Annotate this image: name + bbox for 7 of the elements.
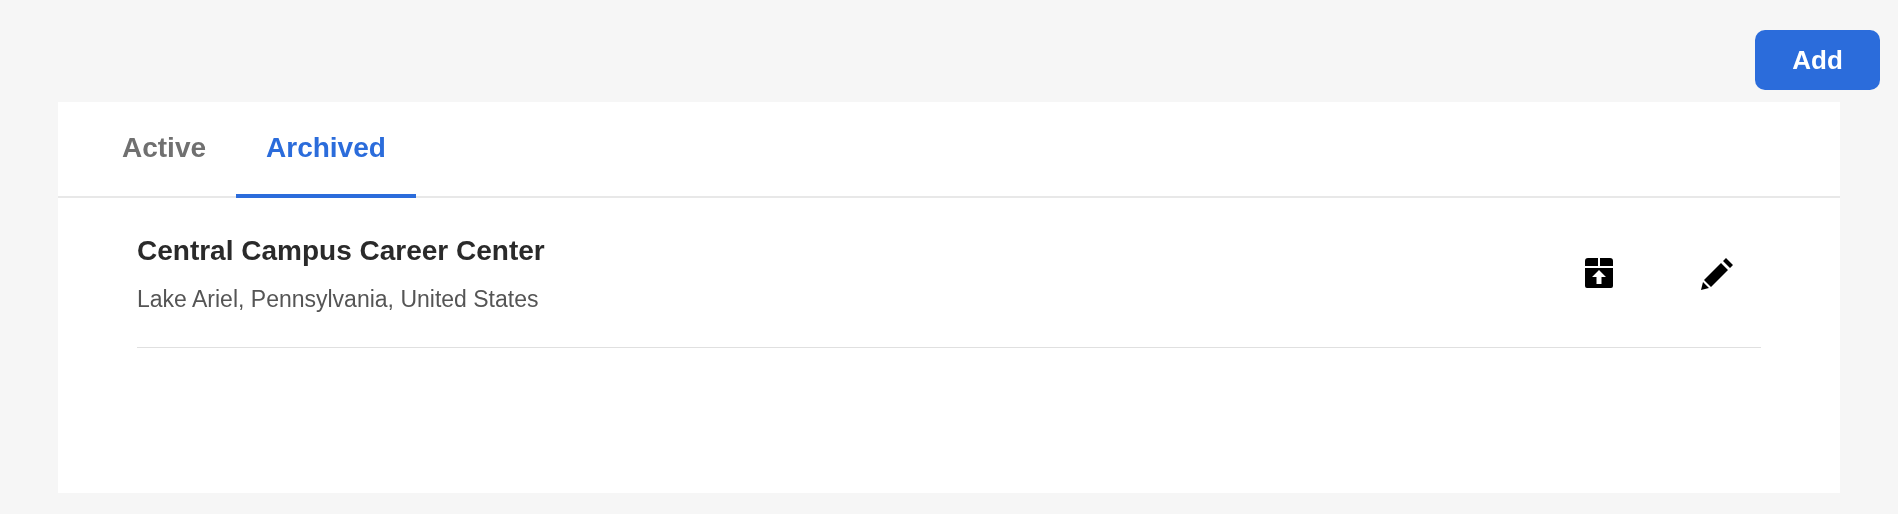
- edit-pencil-icon[interactable]: [1700, 255, 1736, 292]
- add-button[interactable]: Add: [1755, 30, 1880, 90]
- location-address: Lake Ariel, Pennsylvania, United States: [137, 285, 540, 314]
- tab[interactable]: Archived: [236, 102, 416, 198]
- tab[interactable]: Active: [92, 102, 237, 198]
- location-title: Central Campus Career Center: [137, 234, 546, 268]
- unarchive-box-icon[interactable]: [1583, 257, 1615, 290]
